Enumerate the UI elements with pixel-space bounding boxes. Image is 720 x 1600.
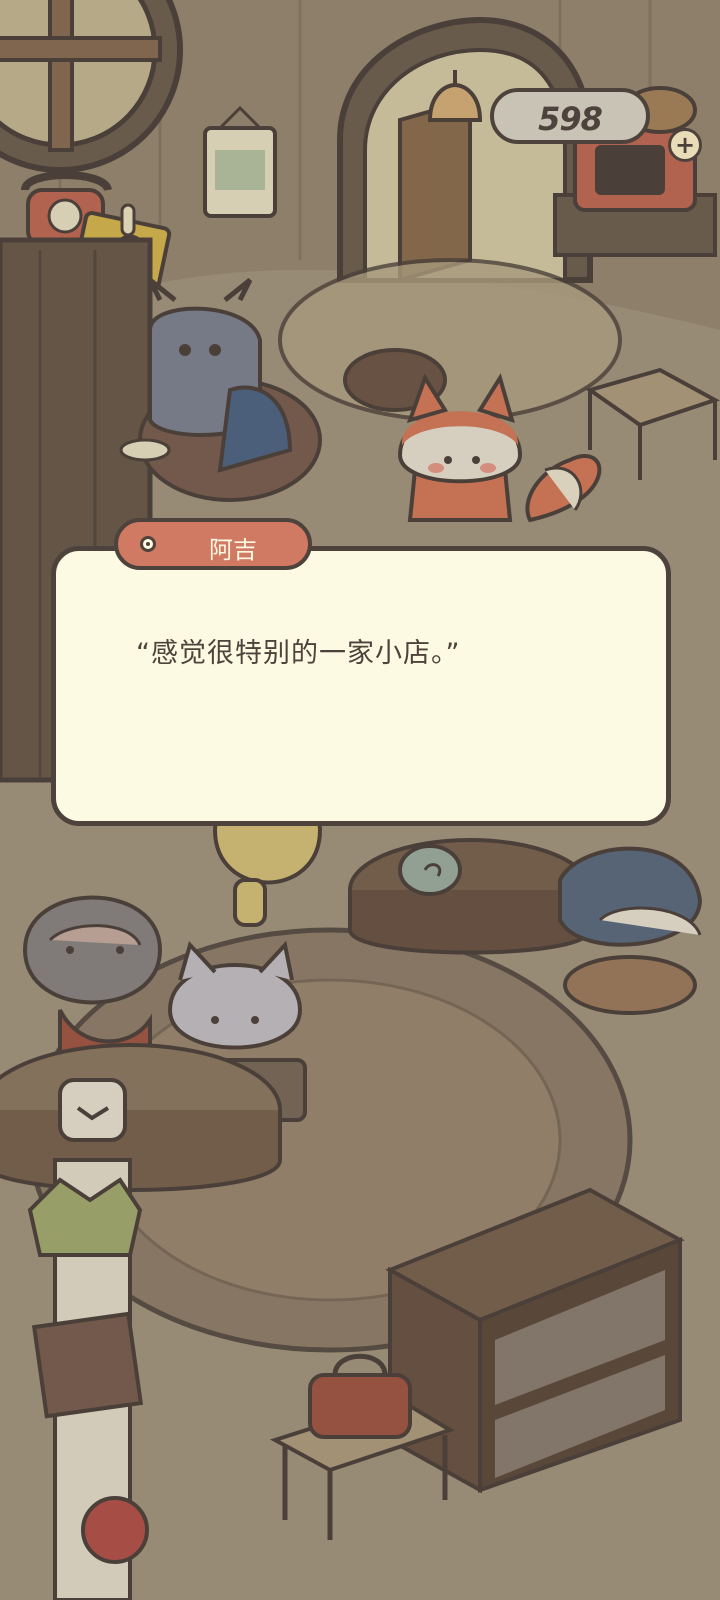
speaker-name-tag: 阿吉: [114, 518, 312, 570]
plus-icon: +: [674, 131, 696, 159]
add-currency-button[interactable]: +: [668, 128, 702, 162]
currency-amount: 598: [538, 100, 603, 138]
dialog-box[interactable]: “感觉很特别的一家小店。”: [51, 546, 671, 826]
currency-counter: 598: [490, 88, 650, 144]
speaker-name: 阿吉: [209, 536, 257, 564]
dialog-line: “感觉很特别的一家小店。”: [136, 638, 461, 669]
speaker-dot-icon: [140, 536, 156, 552]
